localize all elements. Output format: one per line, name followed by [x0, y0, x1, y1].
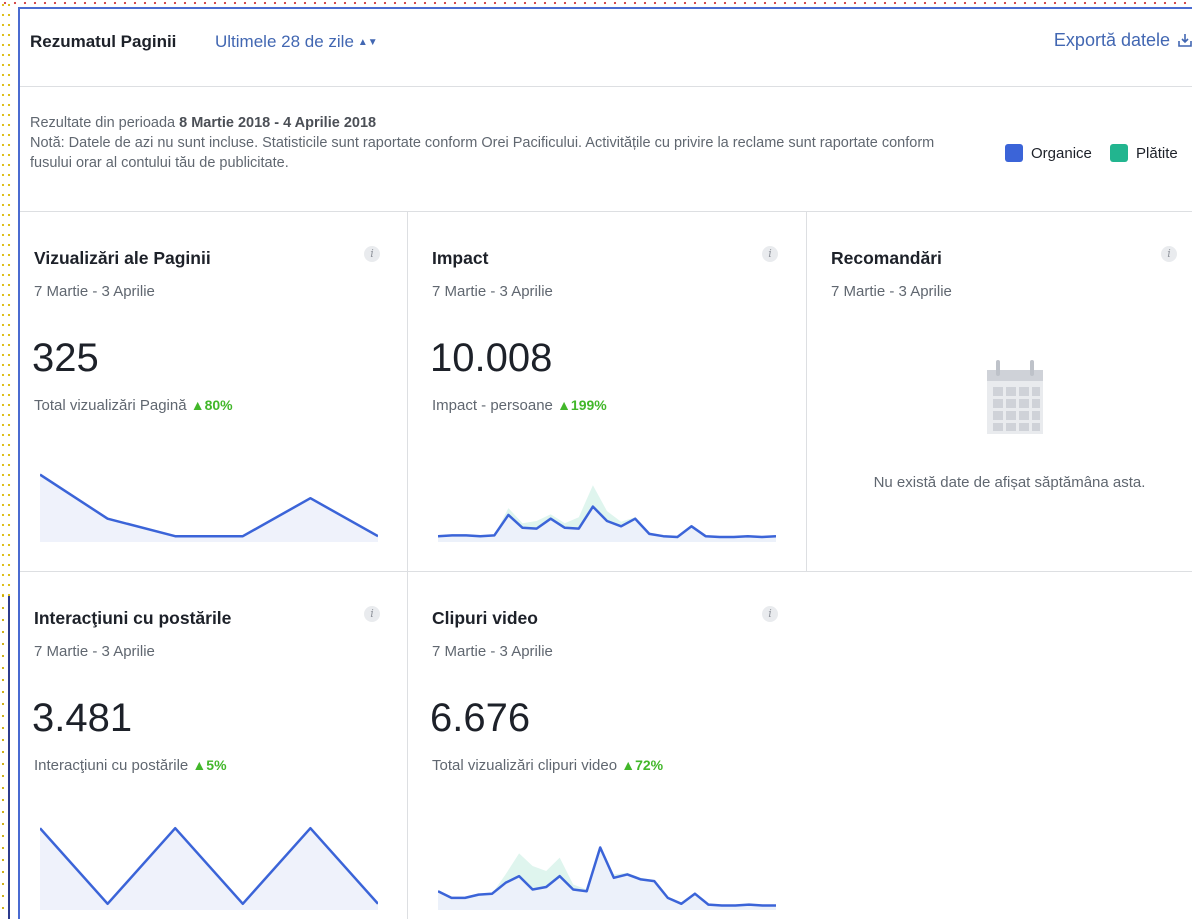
card-date-range: 7 Martie - 3 Aprilie [34, 643, 155, 660]
period-prefix: Rezultate din perioada [30, 115, 176, 131]
paid-swatch [1110, 144, 1129, 162]
delta-badge: ▲80% [190, 397, 233, 413]
frame-border-lower [8, 596, 10, 919]
metric-label: Impact - persoane [432, 397, 553, 414]
metric-label: Total vizualizări Pagină [34, 397, 187, 414]
card-metric: Total vizualizări Pagină ▲80% [34, 397, 233, 414]
organic-area [438, 847, 776, 910]
legend-paid: Plătite [1110, 144, 1178, 162]
card-post-engagement[interactable]: Interacţiuni cu postările 7 Martie - 3 A… [20, 572, 405, 919]
timezone-note: Notă: Datele de azi nu sunt incluse. Sta… [30, 135, 935, 171]
decorative-dotted-border-top [0, 0, 1192, 6]
info-icon[interactable]: i [762, 246, 778, 262]
card-metric: Total vizualizări clipuri video ▲72% [432, 757, 663, 774]
calendar-icon [987, 360, 1043, 434]
export-data-link[interactable]: Exportă datele [1054, 30, 1192, 51]
legend-organic: Organice [1005, 144, 1092, 162]
delta-badge: ▲72% [621, 757, 664, 773]
decorative-dotted-border-left-lower [0, 590, 6, 919]
card-title: Vizualizări ale Paginii [34, 248, 211, 268]
delta-badge: ▲5% [192, 757, 227, 773]
empty-state: Nu există date de afișat săptămâna asta. [817, 212, 1192, 570]
export-label: Exportă datele [1053, 30, 1170, 50]
card-date-range: 7 Martie - 3 Aprilie [432, 283, 553, 300]
delta-badge: ▲199% [557, 397, 607, 413]
card-title: Interacţiuni cu postările [34, 608, 232, 628]
panel-header: Rezumatul Paginii Ultimele 28 de zile ▲▼ … [20, 9, 1192, 87]
page-title: Rezumatul Paginii [30, 32, 177, 51]
date-range-label: Ultimele 28 de zile [215, 32, 354, 51]
card-date-range: 7 Martie - 3 Aprilie [34, 283, 155, 300]
legend-organic-label: Organice [1031, 145, 1092, 162]
card-value: 3.481 [32, 696, 133, 740]
info-icon[interactable]: i [364, 606, 380, 622]
organic-area [40, 828, 378, 910]
page-summary-panel: Rezumatul Paginii Ultimele 28 de zile ▲▼ … [20, 9, 1192, 919]
download-icon [1178, 34, 1192, 47]
card-metric: Impact - persoane ▲199% [432, 397, 607, 414]
empty-state-message: Nu există date de afișat săptămâna asta. [873, 474, 1146, 491]
sparkline-chart [438, 485, 776, 542]
sort-arrows-icon: ▲▼ [357, 37, 378, 48]
card-value: 325 [32, 336, 99, 380]
grid-divider [806, 211, 807, 571]
card-videos[interactable]: Clipuri video 7 Martie - 3 Aprilie i 6.6… [418, 572, 803, 919]
card-page-views[interactable]: Vizualizări ale Paginii 7 Martie - 3 Apr… [20, 212, 405, 570]
card-recommendations[interactable]: Recomandări 7 Martie - 3 Aprilie i Nu ex… [817, 212, 1192, 570]
sparkline-chart [40, 473, 378, 542]
legend-paid-label: Plătite [1136, 145, 1178, 162]
info-block: Rezultate din perioada 8 Martie 2018 - 4… [30, 113, 970, 173]
card-title: Impact [432, 248, 489, 268]
metric-label: Interacţiuni cu postările [34, 757, 189, 774]
card-value: 6.676 [430, 696, 531, 740]
sparkline-chart [438, 846, 776, 910]
metric-label: Total vizualizări clipuri video [432, 757, 618, 774]
card-date-range: 7 Martie - 3 Aprilie [432, 643, 553, 660]
card-metric: Interacţiuni cu postările ▲5% [34, 757, 227, 774]
period-range: 8 Martie 2018 - 4 Aprilie 2018 [179, 115, 377, 131]
card-title: Clipuri video [432, 608, 538, 628]
decorative-dotted-border-left [0, 0, 12, 600]
card-impact[interactable]: Impact 7 Martie - 3 Aprilie i 10.008 Imp… [418, 212, 803, 570]
sparkline-chart [40, 826, 378, 910]
info-icon[interactable]: i [762, 606, 778, 622]
card-value: 10.008 [430, 336, 553, 380]
grid-divider [407, 211, 408, 919]
info-icon[interactable]: i [364, 246, 380, 262]
organic-swatch [1005, 144, 1023, 162]
chart-legend: Organice Plătite [1005, 144, 1192, 162]
date-range-dropdown[interactable]: Ultimele 28 de zile ▲▼ [215, 32, 378, 52]
